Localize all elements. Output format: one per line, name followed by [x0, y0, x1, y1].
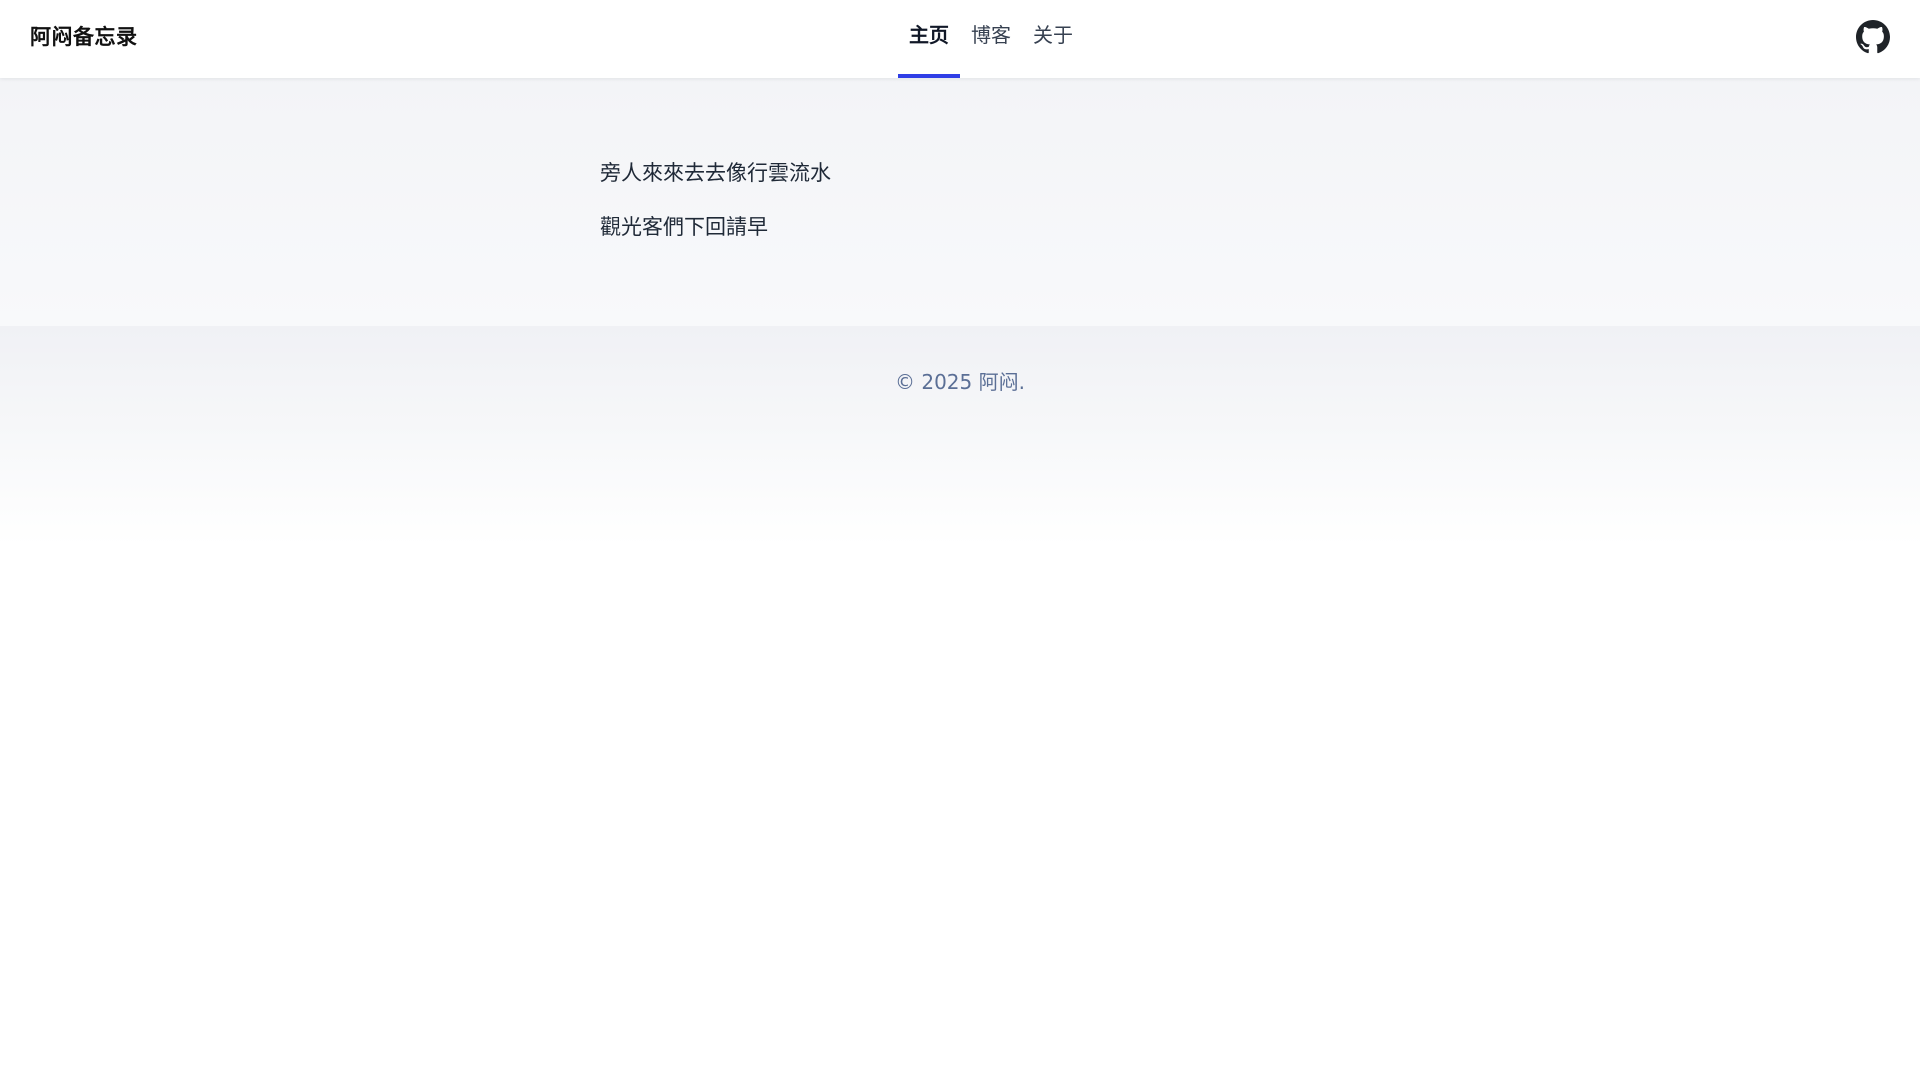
- content-body: 旁人來來去去像行雲流水 觀光客們下回請早: [600, 158, 831, 266]
- top-navbar: 阿闷备忘录 主页 博客 关于: [0, 0, 1920, 78]
- main-content: 旁人來來去去像行雲流水 觀光客們下回請早: [0, 78, 1920, 326]
- content-line: 觀光客們下回請早: [600, 215, 768, 239]
- nav-item-blog[interactable]: 博客: [960, 0, 1022, 78]
- copyright-text: © 2025 阿闷.: [895, 370, 1025, 394]
- main-nav: 主页 博客 关于: [898, 0, 1084, 78]
- site-brand[interactable]: 阿闷备忘录: [30, 0, 138, 78]
- page-footer: © 2025 阿闷.: [0, 326, 1920, 546]
- github-icon[interactable]: [1856, 20, 1890, 54]
- nav-item-about[interactable]: 关于: [1022, 0, 1084, 78]
- content-line: 旁人來來去去像行雲流水: [600, 161, 831, 185]
- nav-item-home[interactable]: 主页: [898, 0, 960, 78]
